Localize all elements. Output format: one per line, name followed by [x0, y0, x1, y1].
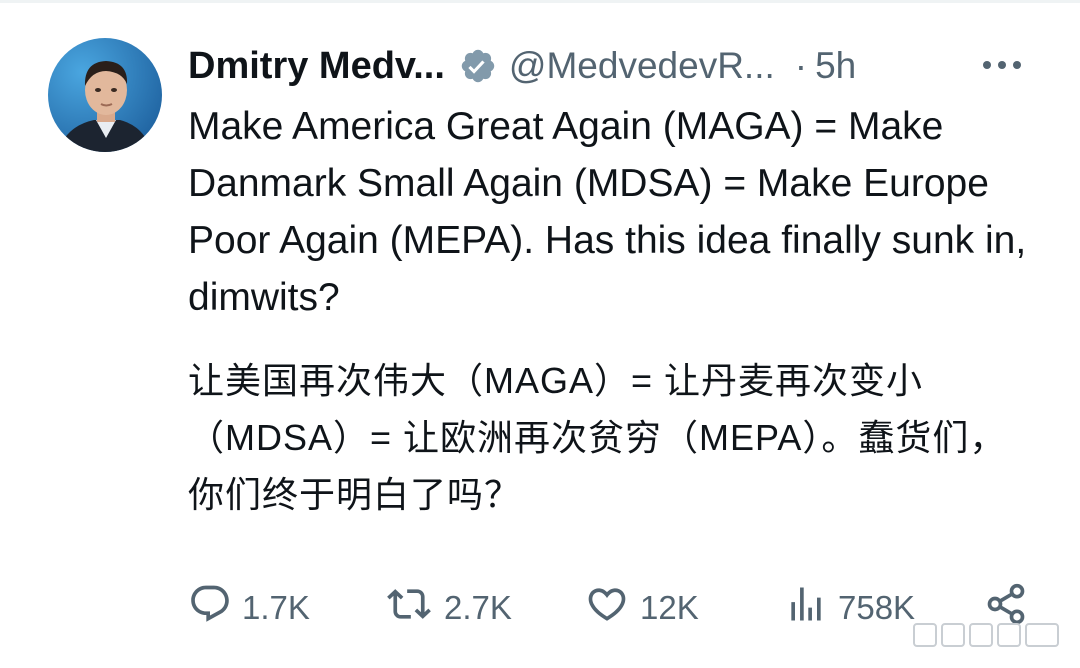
tweet-text-chinese: 让美国再次伟大（MAGA）= 让丹麦再次变小（MDSA）= 让欧洲再次贫穷（ME… — [188, 360, 1007, 515]
views-bar-icon — [784, 582, 838, 634]
like-button[interactable]: 12K — [584, 580, 699, 636]
author-handle[interactable]: @MedvedevR... — [509, 45, 775, 87]
retweet-count: 2.7K — [444, 589, 512, 626]
reply-icon — [188, 582, 242, 634]
reply-button[interactable]: 1.7K — [188, 580, 310, 636]
tweet-header: Dmitry Medv... @MedvedevR... · 5h — [188, 40, 1048, 92]
heart-icon — [584, 582, 640, 634]
retweet-icon — [384, 582, 444, 634]
watermark — [912, 620, 1062, 650]
like-count: 12K — [640, 589, 699, 626]
reply-count: 1.7K — [242, 589, 310, 626]
views-count: 758K — [838, 589, 916, 626]
verified-badge-icon — [459, 47, 497, 85]
top-divider — [0, 0, 1080, 3]
retweet-button[interactable]: 2.7K — [384, 580, 512, 636]
author-name[interactable]: Dmitry Medv... — [188, 45, 445, 88]
avatar[interactable] — [48, 38, 162, 152]
more-dots-icon[interactable] — [980, 50, 1024, 80]
views-button[interactable]: 758K — [784, 580, 915, 636]
separator-dot: · — [794, 45, 808, 86]
tweet-text-english: Make America Great Again (MAGA) = Make D… — [188, 105, 1027, 319]
timestamp[interactable]: 5h — [815, 45, 856, 87]
avatar-image — [48, 38, 162, 152]
